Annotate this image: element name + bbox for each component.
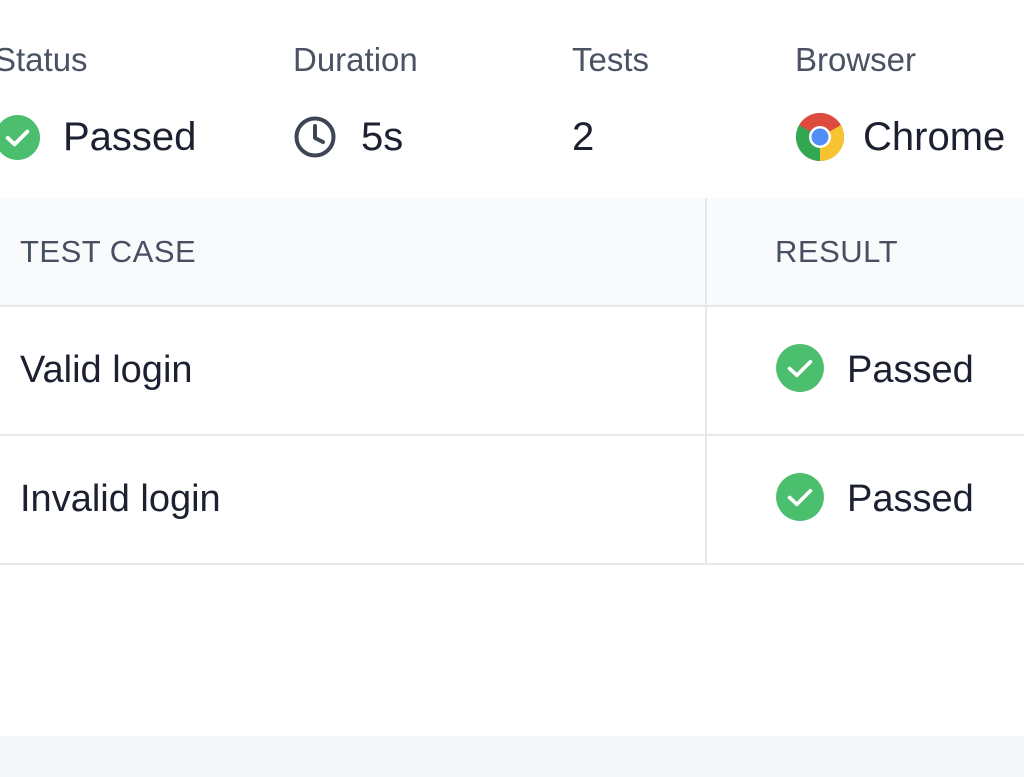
test-case-cell: Invalid login <box>0 436 707 563</box>
tests-value: 2 <box>572 115 595 159</box>
result-header-cell: RESULT <box>707 198 1024 305</box>
tests-value-wrap: 2 <box>572 112 594 162</box>
test-case-cell: Valid login <box>0 307 707 434</box>
chrome-icon <box>795 112 845 162</box>
duration-stat: Duration 5s <box>293 40 418 159</box>
footer-band <box>0 736 1024 777</box>
test-case-header-cell: TEST CASE <box>0 198 707 305</box>
check-circle-icon <box>775 472 825 527</box>
table-row[interactable]: Invalid login Passed <box>0 436 1024 565</box>
test-case-name: Valid login <box>20 349 193 391</box>
tests-label: Tests <box>572 41 650 78</box>
check-circle-icon <box>775 343 825 398</box>
table-row[interactable]: Valid login Passed <box>0 307 1024 436</box>
duration-value-wrap: 5s <box>293 112 403 162</box>
browser-label: Browser <box>795 41 917 78</box>
result-header: RESULT <box>775 233 899 269</box>
browser-value-wrap: Chrome <box>795 112 1005 162</box>
clock-icon <box>293 115 337 159</box>
status-value: Passed <box>63 115 197 159</box>
browser-stat: Browser Chrome <box>795 40 1005 161</box>
duration-value: 5s <box>361 115 404 159</box>
run-summary: Status Passed Duration 5s Tests 2 Browse… <box>0 0 1024 200</box>
status-label: Status <box>0 41 88 78</box>
check-circle-icon <box>0 114 41 161</box>
test-case-name: Invalid login <box>20 478 221 520</box>
result-badge: Passed <box>775 472 974 527</box>
browser-value: Chrome <box>863 115 1006 159</box>
table-header-row: TEST CASE RESULT <box>0 198 1024 307</box>
result-badge: Passed <box>775 343 974 398</box>
tests-stat: Tests 2 <box>572 40 650 159</box>
result-cell: Passed <box>707 436 1024 563</box>
status-stat: Status Passed <box>0 40 196 160</box>
test-case-header: TEST CASE <box>20 233 197 269</box>
result-text: Passed <box>847 349 974 391</box>
result-text: Passed <box>847 478 974 520</box>
test-results-table: TEST CASE RESULT Valid login Passed Inva <box>0 198 1024 565</box>
result-cell: Passed <box>707 307 1024 434</box>
status-value-wrap: Passed <box>0 112 196 162</box>
duration-label: Duration <box>293 41 418 78</box>
